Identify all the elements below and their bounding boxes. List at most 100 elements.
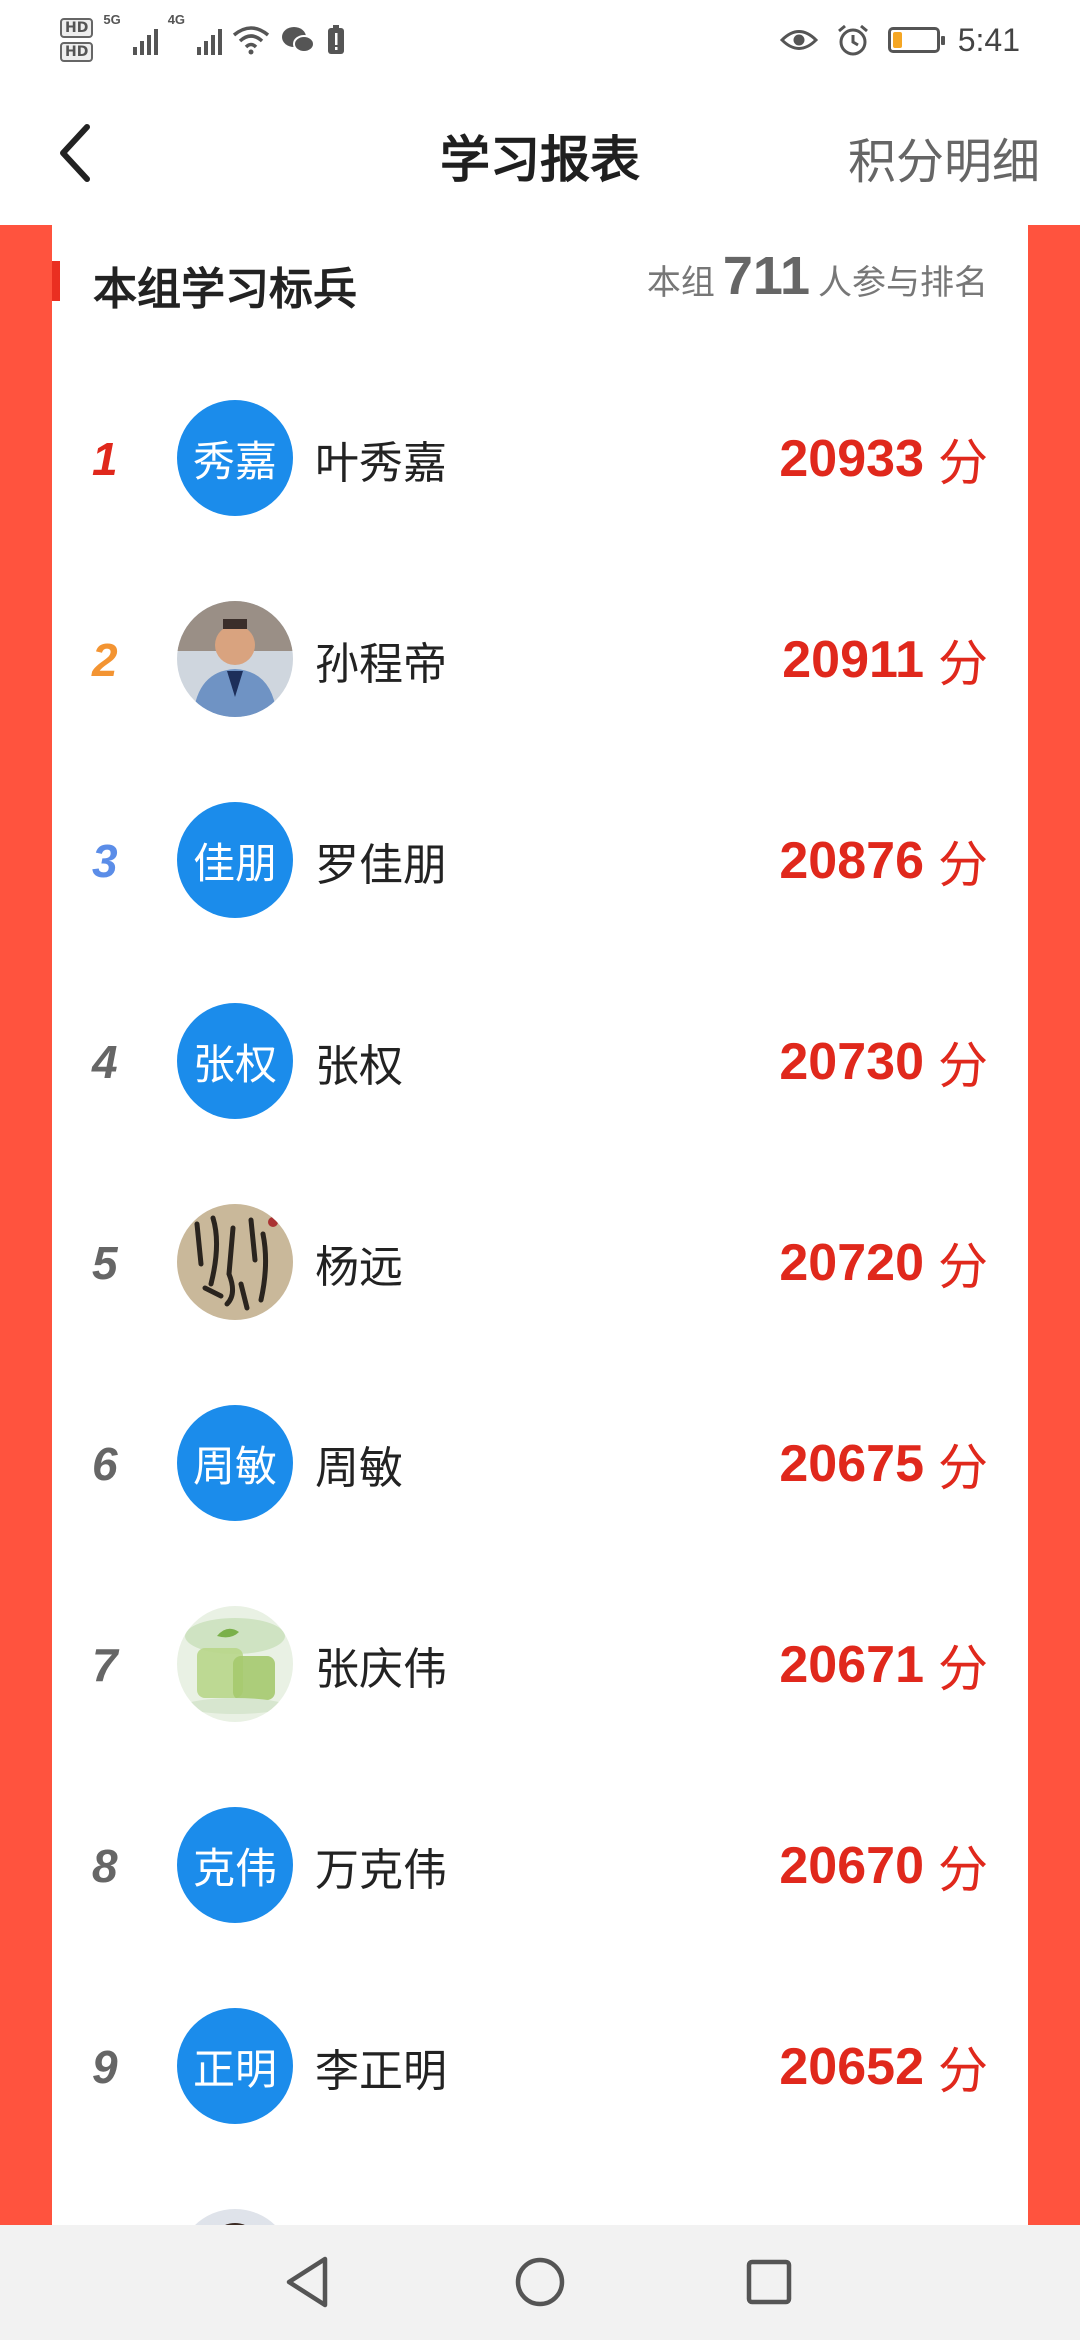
avatar[interactable]: 周敏 xyxy=(177,1405,293,1521)
user-name: 周敏 xyxy=(315,1443,403,1493)
score-unit: 分 xyxy=(938,635,988,692)
triangle-back-icon xyxy=(286,2256,328,2308)
avatar[interactable]: 正明 xyxy=(177,2008,293,2124)
status-bar: HD HD 5G 4G 5:41 xyxy=(0,0,1080,80)
rank-number: 5 xyxy=(92,1236,118,1289)
avatar-text: 周敏 xyxy=(192,1442,277,1490)
participants-suffix: 人参与排名 xyxy=(818,264,988,302)
score-value: 20671 xyxy=(779,1635,924,1694)
user-name: 罗佳朋 xyxy=(315,840,447,890)
score-value: 20911 xyxy=(782,630,924,689)
user-name: 张庆伟 xyxy=(315,1644,447,1694)
score-unit: 分 xyxy=(938,1037,988,1094)
nav-home-button[interactable] xyxy=(510,2252,570,2312)
nav-recents-button[interactable] xyxy=(739,2252,799,2312)
clock: 5:41 xyxy=(957,21,1020,58)
ranking-list: 1 秀嘉 叶秀嘉 20933 分 2 孙程帝 20911 分 3 佳朋 罗佳朋 20876 分 4 张权 张权 2… xyxy=(52,358,1028,2340)
avatar[interactable] xyxy=(177,1606,293,1722)
battery-alert-icon xyxy=(328,25,345,54)
participants-count: 711 xyxy=(722,246,810,306)
user-name: 张权 xyxy=(315,1041,403,1091)
avatar[interactable]: 克伟 xyxy=(177,1807,293,1923)
score: 20730 分 xyxy=(779,961,988,1162)
system-nav-bar xyxy=(0,2225,1080,2340)
rank-number: 7 xyxy=(92,1638,118,1691)
nav-back-button[interactable] xyxy=(278,2252,338,2312)
network-label-4g: 4G xyxy=(167,12,186,27)
wechat-icon xyxy=(282,27,316,53)
ranking-row[interactable]: 7 张庆伟 20671 分 xyxy=(52,1564,1028,1765)
ranking-row[interactable]: 3 佳朋 罗佳朋 20876 分 xyxy=(52,760,1028,961)
ranking-row[interactable]: 2 孙程帝 20911 分 xyxy=(52,559,1028,760)
user-name: 杨远 xyxy=(315,1242,403,1292)
score-unit: 分 xyxy=(938,434,988,491)
battery-icon xyxy=(887,27,945,53)
circle-home-icon xyxy=(515,2257,565,2307)
title-marker xyxy=(52,261,60,301)
avatar-text: 张权 xyxy=(192,1040,277,1088)
avatar[interactable] xyxy=(177,1204,293,1320)
status-right: 5:41 xyxy=(779,12,1020,68)
score-value: 20670 xyxy=(779,1836,924,1895)
app-header: 学习报表 积分明细 xyxy=(0,80,1080,225)
ranking-row[interactable]: 8 克伟 万克伟 20670 分 xyxy=(52,1765,1028,1966)
score-unit: 分 xyxy=(938,1238,988,1295)
score: 20720 分 xyxy=(779,1162,988,1363)
user-name: 李正明 xyxy=(315,2046,447,2096)
rank-number: 2 xyxy=(92,633,118,686)
score-unit: 分 xyxy=(938,1439,988,1496)
score-unit: 分 xyxy=(938,1640,988,1697)
avatar-photo xyxy=(177,601,293,717)
ranking-row[interactable]: 6 周敏 周敏 20675 分 xyxy=(52,1363,1028,1564)
avatar-text: 佳朋 xyxy=(192,839,277,887)
avatar-photo xyxy=(177,1204,293,1320)
rank-number: 6 xyxy=(92,1437,118,1490)
square-recents-icon xyxy=(746,2259,792,2305)
score: 20652 分 xyxy=(779,1966,988,2167)
eye-icon xyxy=(779,30,818,50)
score-value: 20652 xyxy=(779,2037,924,2096)
wifi-icon xyxy=(232,26,270,55)
signal-icon-2 xyxy=(197,25,223,55)
score-value: 20876 xyxy=(779,831,924,890)
participants-prefix: 本组 xyxy=(646,264,715,302)
network-label-5g: 5G xyxy=(103,12,121,27)
avatar[interactable] xyxy=(177,601,293,717)
score-value: 20720 xyxy=(779,1233,924,1292)
ranking-row[interactable]: 1 秀嘉 叶秀嘉 20933 分 xyxy=(52,358,1028,559)
ranking-row[interactable]: 4 张权 张权 20730 分 xyxy=(52,961,1028,1162)
avatar-text: 正明 xyxy=(192,2045,277,2093)
rank-number: 4 xyxy=(92,1035,118,1088)
ranking-row[interactable]: 5 杨远 20720 分 xyxy=(52,1162,1028,1363)
avatar-text: 克伟 xyxy=(192,1844,277,1892)
hd-badge-2: HD xyxy=(60,42,94,62)
score-value: 20730 xyxy=(779,1032,924,1091)
score: 20911 分 xyxy=(782,559,988,760)
score: 20670 分 xyxy=(779,1765,988,1966)
ranking-row[interactable]: 9 正明 李正明 20652 分 xyxy=(52,1966,1028,2167)
hd-indicators: HD HD xyxy=(60,18,94,62)
avatar[interactable]: 佳朋 xyxy=(177,802,293,918)
participants-summary: 本组 711 人参与排名 xyxy=(647,245,988,307)
user-name: 孙程帝 xyxy=(315,639,447,689)
rank-number: 1 xyxy=(92,432,118,485)
avatar[interactable]: 张权 xyxy=(177,1003,293,1119)
signal-icon-1 xyxy=(132,25,158,55)
avatar[interactable]: 秀嘉 xyxy=(177,400,293,516)
score-value: 20933 xyxy=(779,429,924,488)
score-unit: 分 xyxy=(938,2042,988,2099)
rank-number: 8 xyxy=(92,1839,118,1892)
score-unit: 分 xyxy=(938,1841,988,1898)
score-unit: 分 xyxy=(938,836,988,893)
score-value: 20675 xyxy=(779,1434,924,1493)
battery-level xyxy=(892,32,902,48)
user-name: 叶秀嘉 xyxy=(315,438,447,488)
score: 20671 分 xyxy=(779,1564,988,1765)
hd-badge-1: HD xyxy=(60,18,94,38)
card-header: 本组学习标兵 本组 711 人参与排名 xyxy=(52,225,1028,335)
score: 20876 分 xyxy=(779,760,988,961)
points-detail-link[interactable]: 积分明细 xyxy=(848,122,1040,192)
rank-number: 3 xyxy=(92,834,118,887)
user-name: 万克伟 xyxy=(315,1845,447,1895)
alarm-icon xyxy=(837,24,868,56)
